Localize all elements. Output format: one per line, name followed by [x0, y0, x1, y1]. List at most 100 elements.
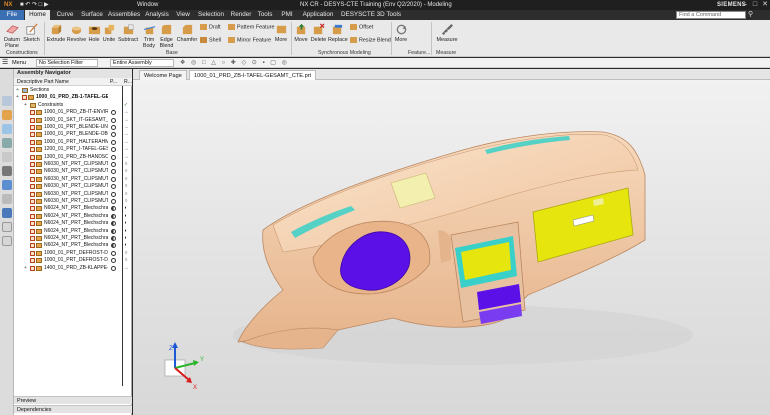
tab-surface[interactable]: Surface: [79, 10, 105, 20]
roles-tab-icon[interactable]: [2, 208, 12, 218]
dashboard-model[interactable]: Z X Y: [133, 80, 770, 415]
visibility-checkbox[interactable]: [30, 117, 35, 123]
tab-curve[interactable]: Curve: [53, 10, 77, 20]
sketch-button[interactable]: Sketch: [23, 23, 40, 43]
tab-analysis[interactable]: Analysis: [143, 10, 171, 20]
visibility-checkbox[interactable]: [30, 199, 35, 204]
tab-pmi[interactable]: PMI: [278, 10, 296, 20]
column-r[interactable]: R...: [124, 78, 132, 86]
table-row[interactable]: 1000_01_PRT_BLENDE-UNTE... →: [14, 124, 132, 131]
visibility-checkbox[interactable]: [30, 139, 35, 145]
offset-region-button[interactable]: Offset: [350, 24, 373, 31]
part-navigator-tab-icon[interactable]: [2, 96, 12, 106]
table-row[interactable]: +1000_01_PRD_ZB-1-TAFEL-GE...: [14, 94, 132, 101]
visibility-checkbox[interactable]: [30, 213, 35, 219]
visibility-checkbox[interactable]: [30, 191, 35, 197]
visibility-checkbox[interactable]: [30, 221, 35, 227]
minimize-button[interactable]: –: [740, 0, 750, 10]
table-row[interactable]: N6030_NT_PRT_CLIPSMUTTE... ○: [14, 161, 132, 168]
chamfer-button[interactable]: Chamfer: [176, 23, 198, 43]
search-icon[interactable]: ⚲: [748, 11, 756, 19]
palette-tab-icon[interactable]: [2, 236, 12, 246]
visibility-checkbox[interactable]: [30, 243, 35, 249]
tab-tools[interactable]: Tools: [255, 10, 275, 20]
visibility-checkbox[interactable]: [30, 206, 35, 212]
visibility-checkbox[interactable]: [22, 95, 27, 101]
tab-selection[interactable]: Selection: [196, 10, 226, 20]
process-studio-tab-icon[interactable]: [2, 194, 12, 204]
tree-row-sections[interactable]: + Sections: [14, 87, 132, 94]
tab-render[interactable]: Render: [229, 10, 253, 20]
edge-blend-button[interactable]: Edge Blend: [158, 23, 175, 49]
visibility-checkbox[interactable]: [30, 265, 35, 271]
table-row[interactable]: 1000_01_PRT_DEFROST-DUE... ○: [14, 250, 132, 257]
move-face-button[interactable]: Move: [293, 23, 309, 43]
snap-toolbar-icons[interactable]: ❖ ◎ □ △ ○ ✚ ◇ ⊙ ▪ ▢ ◎: [180, 59, 350, 67]
table-row[interactable]: N6030_NT_PRT_CLIPSMUTTE... ○: [14, 191, 132, 198]
hd3d-tools-tab-icon[interactable]: [2, 152, 12, 162]
table-row[interactable]: N6024_NT_PRT_Blechschraub... ◐: [14, 205, 132, 212]
tab-assemblies[interactable]: Assemblies: [108, 10, 140, 20]
table-row[interactable]: N6024_NT_PRT_Blechschraub... ◐: [14, 228, 132, 235]
tab-application[interactable]: Application: [300, 10, 336, 20]
view-triad[interactable]: Z X Y: [164, 342, 204, 391]
delete-face-button[interactable]: Delete: [310, 23, 327, 43]
history-tab-icon[interactable]: [2, 180, 12, 190]
shell-button[interactable]: Shell: [200, 37, 221, 44]
dependencies-panel-header[interactable]: Dependencies: [14, 405, 132, 413]
extrude-button[interactable]: Extrude: [46, 23, 66, 43]
visibility-checkbox[interactable]: [30, 258, 35, 264]
quick-access-icons[interactable]: ■ ↶ ↷ □ ▶: [20, 0, 49, 10]
table-row[interactable]: N6030_NT_PRT_CLIPSMUTTE... ○: [14, 198, 132, 205]
assembly-navigator-tab-icon[interactable]: [2, 110, 12, 120]
window-menu[interactable]: Window: [137, 0, 158, 10]
feature-more-button[interactable]: More: [393, 23, 409, 43]
table-row[interactable]: N6024_NT_PRT_Blechschraub... ◐: [14, 235, 132, 242]
tab-view[interactable]: View: [173, 10, 193, 20]
trim-body-button[interactable]: Trim Body: [140, 23, 158, 49]
preview-panel-header[interactable]: Preview: [14, 396, 132, 404]
visibility-checkbox[interactable]: [30, 184, 35, 190]
expand-toggle-icon[interactable]: +: [24, 265, 29, 272]
visibility-checkbox[interactable]: [30, 125, 35, 130]
replace-face-button[interactable]: Replace: [328, 23, 348, 43]
hole-button[interactable]: Hole: [87, 23, 101, 43]
pattern-feature-button[interactable]: Pattern Feature: [228, 24, 274, 31]
visibility-checkbox[interactable]: [30, 228, 35, 234]
unite-button[interactable]: Unite: [101, 23, 117, 43]
menu-button[interactable]: Menu: [12, 58, 26, 68]
visibility-checkbox[interactable]: [30, 147, 35, 153]
revolve-button[interactable]: Revolve: [66, 23, 87, 43]
expand-toggle-icon[interactable]: +: [16, 94, 21, 101]
column-descriptive-part-name[interactable]: Descriptive Part Name: [17, 78, 69, 86]
tab-desyscte-3d-tools[interactable]: DESYSCTE 3D Tools: [340, 10, 402, 20]
table-row[interactable]: N6030_NT_PRT_CLIPSMUTTE... ○: [14, 183, 132, 190]
visibility-checkbox[interactable]: [30, 162, 35, 167]
draft-button[interactable]: Draft: [200, 24, 221, 31]
selection-scope-dropdown[interactable]: Entire Assembly: [110, 59, 174, 67]
expand-toggle-icon[interactable]: +: [24, 102, 29, 109]
visibility-checkbox[interactable]: [30, 176, 35, 182]
visibility-checkbox[interactable]: [30, 110, 35, 116]
table-row[interactable]: 1000_01_PRT_DEFROST-DUE... ○: [14, 257, 132, 264]
table-row[interactable]: +1400_01_PRD_ZB-KLAPPE-... →: [14, 265, 132, 272]
tree-row-constraints[interactable]: + Constraints ✓: [14, 102, 132, 109]
graphics-viewport[interactable]: Z X Y: [133, 80, 770, 415]
visibility-checkbox[interactable]: [30, 154, 35, 160]
base-more-button[interactable]: More: [273, 23, 289, 43]
tab-home[interactable]: Home: [25, 10, 50, 20]
command-search-input[interactable]: Find a Command: [676, 11, 746, 19]
table-row[interactable]: 1300_01_PRD_ZB-HANDSC... →: [14, 154, 132, 161]
mirror-feature-button[interactable]: Mirror Feature: [228, 37, 271, 44]
column-p[interactable]: P...: [110, 78, 117, 86]
table-row[interactable]: N6030_NT_PRT_CLIPSMUTTE... ○: [14, 168, 132, 175]
table-row[interactable]: 1200_01_PRT_I-TAFEL-GESC... →: [14, 146, 132, 153]
measure-button[interactable]: Measure: [435, 23, 459, 43]
table-row[interactable]: 1000_01_PRT_BLENDE-OBE... →: [14, 131, 132, 138]
table-row[interactable]: 1000_01_PRT_HALTERAHME... →: [14, 139, 132, 146]
visibility-checkbox[interactable]: [30, 169, 35, 175]
menu-icon[interactable]: ☰: [2, 59, 10, 67]
selection-filter-dropdown[interactable]: No Selection Filter: [36, 59, 98, 67]
close-button[interactable]: ✕: [760, 0, 770, 10]
resize-blend-button[interactable]: Resize Blend: [350, 37, 391, 44]
